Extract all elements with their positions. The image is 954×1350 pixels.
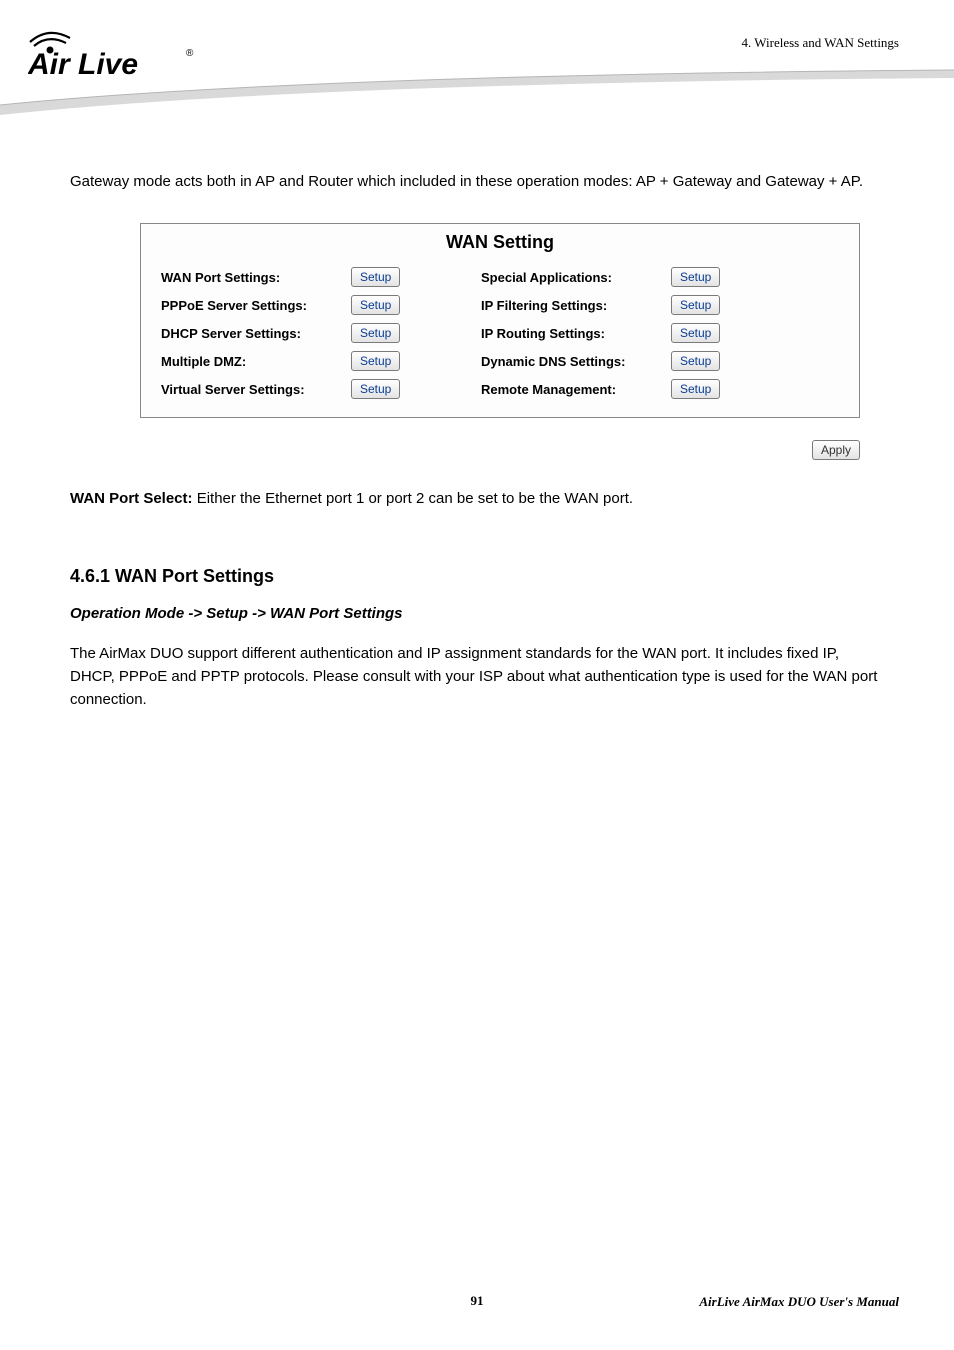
section-heading: 4.6.1 WAN Port Settings	[70, 566, 884, 587]
wan-row: WAN Port Settings: Setup Special Applica…	[141, 263, 859, 291]
setup-button-dmz[interactable]: Setup	[351, 351, 400, 371]
manual-title: AirLive AirMax DUO User's Manual	[699, 1294, 899, 1310]
wan-port-select-text: WAN Port Select: Either the Ethernet por…	[70, 488, 884, 511]
setup-button-remote-mgmt[interactable]: Setup	[671, 379, 720, 399]
wan-port-select-rest: Either the Ethernet port 1 or port 2 can…	[193, 490, 634, 507]
chapter-label: 4. Wireless and WAN Settings	[741, 35, 899, 51]
setup-button-special-apps[interactable]: Setup	[671, 267, 720, 287]
setup-button-virtual-server[interactable]: Setup	[351, 379, 400, 399]
virtual-server-label: Virtual Server Settings:	[161, 382, 351, 397]
section-body: The AirMax DUO support different authent…	[70, 642, 884, 712]
apply-button[interactable]: Apply	[812, 440, 860, 460]
multiple-dmz-label: Multiple DMZ:	[161, 354, 351, 369]
setup-button-wan-port[interactable]: Setup	[351, 267, 400, 287]
ip-routing-label: IP Routing Settings:	[481, 326, 671, 341]
setup-button-ip-filtering[interactable]: Setup	[671, 295, 720, 315]
remote-management-label: Remote Management:	[481, 382, 671, 397]
setup-button-ddns[interactable]: Setup	[671, 351, 720, 371]
wan-setting-panel: WAN Setting WAN Port Settings: Setup Spe…	[140, 223, 860, 418]
header-swoosh	[0, 60, 954, 140]
wan-row: Multiple DMZ: Setup Dynamic DNS Settings…	[141, 347, 859, 375]
page-header: Air Live ® 4. Wireless and WAN Settings	[0, 0, 954, 120]
pppoe-server-label: PPPoE Server Settings:	[161, 298, 351, 313]
special-applications-label: Special Applications:	[481, 270, 671, 285]
page-number: 91	[471, 1293, 484, 1308]
wan-row: DHCP Server Settings: Setup IP Routing S…	[141, 319, 859, 347]
intro-paragraph: Gateway mode acts both in AP and Router …	[70, 170, 884, 193]
wan-port-select-label: WAN Port Select:	[70, 490, 193, 507]
svg-text:®: ®	[186, 48, 194, 59]
wan-setting-title: WAN Setting	[141, 232, 859, 253]
operation-mode-path: Operation Mode -> Setup -> WAN Port Sett…	[70, 605, 884, 622]
page-content: Gateway mode acts both in AP and Router …	[0, 120, 954, 712]
wan-row: Virtual Server Settings: Setup Remote Ma…	[141, 375, 859, 403]
ip-filtering-label: IP Filtering Settings:	[481, 298, 671, 313]
setup-button-pppoe[interactable]: Setup	[351, 295, 400, 315]
setup-button-dhcp[interactable]: Setup	[351, 323, 400, 343]
wan-port-settings-label: WAN Port Settings:	[161, 270, 351, 285]
wan-row: PPPoE Server Settings: Setup IP Filterin…	[141, 291, 859, 319]
dynamic-dns-label: Dynamic DNS Settings:	[481, 354, 671, 369]
dhcp-server-label: DHCP Server Settings:	[161, 326, 351, 341]
setup-button-ip-routing[interactable]: Setup	[671, 323, 720, 343]
apply-row: Apply	[140, 440, 860, 460]
page-footer: 91 AirLive AirMax DUO User's Manual	[0, 1292, 954, 1310]
